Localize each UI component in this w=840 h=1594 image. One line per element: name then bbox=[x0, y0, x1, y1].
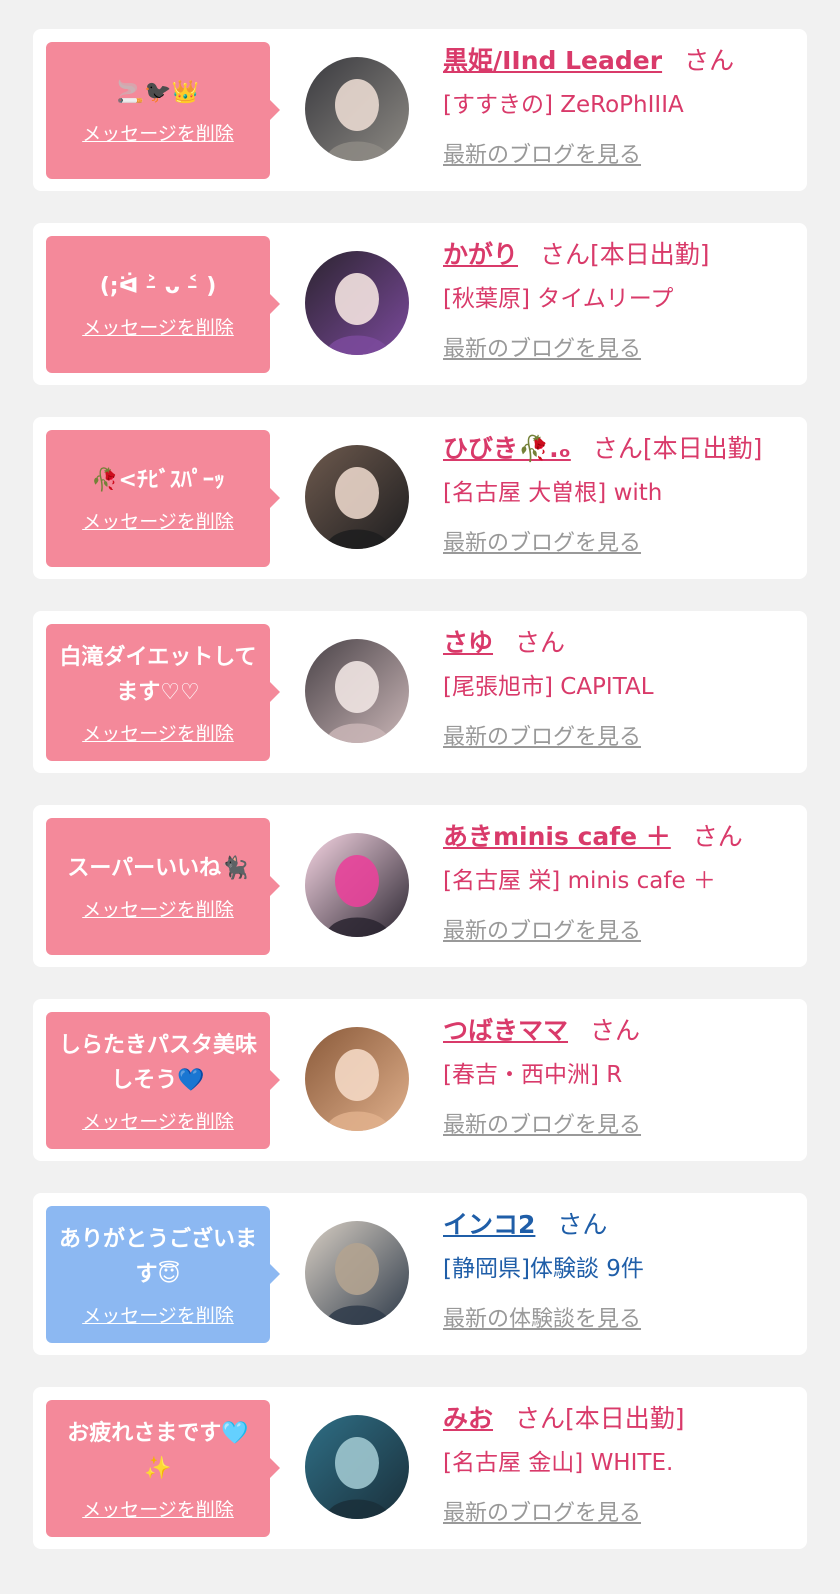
delete-message-link[interactable]: メッセージを削除 bbox=[82, 895, 234, 922]
profile-info: つばきママ さん [春吉・西中洲] R 最新のブログを見る bbox=[443, 1011, 799, 1139]
profile-name-link[interactable]: さゆ bbox=[443, 628, 493, 657]
name-line: さゆ さん bbox=[443, 623, 799, 663]
honorific: さん bbox=[592, 434, 643, 463]
message-bubble: 🥀<ﾁﾋﾞｽﾊﾟｰｯ メッセージを削除 bbox=[46, 430, 280, 567]
message-text: 🥀<ﾁﾋﾞｽﾊﾟｰｯ bbox=[91, 468, 225, 493]
message-bubble: 🚬🐦‍⬛👑 メッセージを削除 bbox=[46, 42, 280, 179]
shop-info: [名古屋 大曽根] with bbox=[443, 480, 663, 506]
latest-post-link[interactable]: 最新のブログを見る bbox=[443, 137, 641, 169]
profile-info: ひびき🥀.ₒ さん[本日出勤] [名古屋 大曽根] with 最新のブログを見る bbox=[443, 429, 799, 557]
avatar-photo bbox=[305, 57, 409, 161]
honorific: さん bbox=[540, 240, 591, 269]
profile-name-link[interactable]: 黒姫/IInd Leader bbox=[443, 46, 662, 75]
attendance-status: [本日出勤] bbox=[565, 1404, 685, 1433]
avatar-photo bbox=[305, 445, 409, 549]
avatar[interactable] bbox=[305, 1027, 409, 1131]
delete-message-link[interactable]: メッセージを削除 bbox=[82, 119, 234, 146]
name-line: 黒姫/IInd Leader さん bbox=[443, 41, 799, 81]
avatar[interactable] bbox=[305, 833, 409, 937]
avatar[interactable] bbox=[305, 1415, 409, 1519]
message-bubble: (;ᐛ ˃̵ ᴗ ˂̵ ) メッセージを削除 bbox=[46, 236, 280, 373]
profile-name-link[interactable]: みお bbox=[443, 1404, 493, 1433]
message-text: 🚬🐦‍⬛👑 bbox=[116, 80, 200, 105]
avatar-photo bbox=[305, 833, 409, 937]
latest-post-link[interactable]: 最新のブログを見る bbox=[443, 1107, 641, 1139]
delete-message-link[interactable]: メッセージを削除 bbox=[82, 1301, 234, 1328]
message-card: お疲れさまです🩵✨ メッセージを削除 みお さん[本日出勤] [名古屋 金山] W… bbox=[33, 1387, 807, 1549]
avatar-photo bbox=[305, 1415, 409, 1519]
name-line: インコ2 さん bbox=[443, 1205, 799, 1245]
delete-message-link[interactable]: メッセージを削除 bbox=[82, 507, 234, 534]
shop-info: [名古屋 金山] WHITE. bbox=[443, 1450, 674, 1476]
latest-post-link[interactable]: 最新のブログを見る bbox=[443, 913, 641, 945]
message-bubble: お疲れさまです🩵✨ メッセージを削除 bbox=[46, 1400, 280, 1537]
profile-name-link[interactable]: かがり bbox=[443, 240, 518, 269]
honorific: さん bbox=[590, 1016, 641, 1045]
avatar[interactable] bbox=[305, 251, 409, 355]
name-line: ひびき🥀.ₒ さん[本日出勤] bbox=[443, 429, 799, 469]
honorific: さん bbox=[515, 628, 566, 657]
latest-post-link[interactable]: 最新のブログを見る bbox=[443, 1495, 641, 1527]
name-line: かがり さん[本日出勤] bbox=[443, 235, 799, 275]
attendance-status: [本日出勤] bbox=[642, 434, 763, 463]
avatar-photo bbox=[305, 1027, 409, 1131]
name-line: みお さん[本日出勤] bbox=[443, 1399, 799, 1439]
delete-message-link[interactable]: メッセージを削除 bbox=[82, 1107, 234, 1134]
shop-info: [秋葉原] タイムリープ bbox=[443, 286, 674, 312]
profile-info: インコ2 さん [静岡県]体験談 9件 最新の体験談を見る bbox=[443, 1205, 799, 1333]
avatar-photo bbox=[305, 251, 409, 355]
profile-name-link[interactable]: あきminis cafe ＋ bbox=[443, 822, 671, 851]
attendance-status: [本日出勤] bbox=[590, 240, 710, 269]
message-card: 🥀<ﾁﾋﾞｽﾊﾟｰｯ メッセージを削除 ひびき🥀.ₒ さん[本日出勤] [名古屋 … bbox=[33, 417, 807, 579]
shop-info: [静岡県]体験談 9件 bbox=[443, 1256, 644, 1282]
delete-message-link[interactable]: メッセージを削除 bbox=[82, 313, 234, 340]
latest-post-link[interactable]: 最新のブログを見る bbox=[443, 719, 641, 751]
shop-info: [春吉・西中洲] R bbox=[443, 1062, 623, 1088]
shop-info: [名古屋 栄] minis cafe ＋ bbox=[443, 868, 716, 894]
profile-info: さゆ さん [尾張旭市] CAPITAL 最新のブログを見る bbox=[443, 623, 799, 751]
shop-info: [尾張旭市] CAPITAL bbox=[443, 674, 654, 700]
message-card: (;ᐛ ˃̵ ᴗ ˂̵ ) メッセージを削除 かがり さん[本日出勤] [秋葉原]… bbox=[33, 223, 807, 385]
message-text: ありがとうございます😇 bbox=[58, 1226, 257, 1287]
profile-name-link[interactable]: つばきママ bbox=[443, 1016, 568, 1045]
name-line: あきminis cafe ＋ さん bbox=[443, 817, 799, 857]
honorific: さん bbox=[557, 1210, 608, 1239]
message-card: スーパーいいね🐈‍⬛ メッセージを削除 あきminis cafe ＋ さん [名古… bbox=[33, 805, 807, 967]
message-card: ありがとうございます😇 メッセージを削除 インコ2 さん [静岡県]体験談 9件 … bbox=[33, 1193, 807, 1355]
message-bubble: しらたきパスタ美味しそう💙 メッセージを削除 bbox=[46, 1012, 280, 1149]
latest-post-link[interactable]: 最新のブログを見る bbox=[443, 525, 641, 557]
message-text: しらたきパスタ美味しそう💙 bbox=[58, 1032, 257, 1093]
profile-info: みお さん[本日出勤] [名古屋 金山] WHITE. 最新のブログを見る bbox=[443, 1399, 799, 1527]
message-card: 白滝ダイエットしてます♡♡ メッセージを削除 さゆ さん [尾張旭市] CAPIT… bbox=[33, 611, 807, 773]
avatar[interactable] bbox=[305, 57, 409, 161]
profile-info: かがり さん[本日出勤] [秋葉原] タイムリープ 最新のブログを見る bbox=[443, 235, 799, 363]
avatar[interactable] bbox=[305, 445, 409, 549]
avatar-photo bbox=[305, 1221, 409, 1325]
avatar-photo bbox=[305, 639, 409, 743]
message-text: お疲れさまです🩵✨ bbox=[67, 1420, 249, 1481]
message-bubble: 白滝ダイエットしてます♡♡ メッセージを削除 bbox=[46, 624, 280, 761]
shop-info: [すすきの] ZeRoPhIIIA bbox=[443, 92, 684, 118]
avatar[interactable] bbox=[305, 1221, 409, 1325]
message-bubble: スーパーいいね🐈‍⬛ メッセージを削除 bbox=[46, 818, 280, 955]
message-text: スーパーいいね🐈‍⬛ bbox=[67, 856, 249, 881]
message-text: 白滝ダイエットしてます♡♡ bbox=[59, 644, 257, 705]
profile-name-link[interactable]: ひびき🥀.ₒ bbox=[443, 434, 571, 463]
honorific: さん bbox=[515, 1404, 566, 1433]
profile-name-link[interactable]: インコ2 bbox=[443, 1210, 535, 1239]
message-text: (;ᐛ ˃̵ ᴗ ˂̵ ) bbox=[99, 274, 217, 299]
message-bubble: ありがとうございます😇 メッセージを削除 bbox=[46, 1206, 280, 1343]
honorific: さん bbox=[692, 822, 743, 851]
delete-message-link[interactable]: メッセージを削除 bbox=[82, 1495, 234, 1522]
profile-info: あきminis cafe ＋ さん [名古屋 栄] minis cafe ＋ 最新… bbox=[443, 817, 799, 945]
profile-info: 黒姫/IInd Leader さん [すすきの] ZeRoPhIIIA 最新のブロ… bbox=[443, 41, 799, 169]
delete-message-link[interactable]: メッセージを削除 bbox=[82, 719, 234, 746]
latest-post-link[interactable]: 最新の体験談を見る bbox=[443, 1301, 641, 1333]
honorific: さん bbox=[684, 46, 735, 75]
message-card: 🚬🐦‍⬛👑 メッセージを削除 黒姫/IInd Leader さん [すすきの] Z… bbox=[33, 29, 807, 191]
latest-post-link[interactable]: 最新のブログを見る bbox=[443, 331, 641, 363]
message-card: しらたきパスタ美味しそう💙 メッセージを削除 つばきママ さん [春吉・西中洲] … bbox=[33, 999, 807, 1161]
name-line: つばきママ さん bbox=[443, 1011, 799, 1051]
avatar[interactable] bbox=[305, 639, 409, 743]
